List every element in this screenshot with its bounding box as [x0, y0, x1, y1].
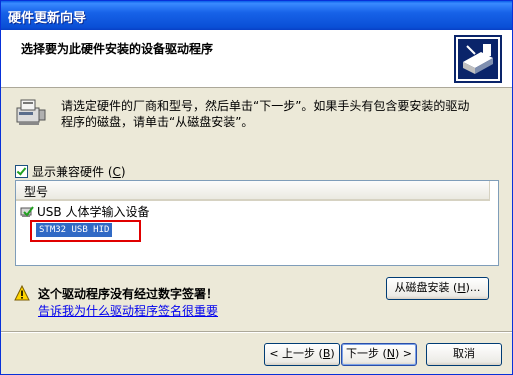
window-title: 硬件更新向导 — [8, 11, 87, 26]
hardware-device-icon — [16, 99, 46, 125]
next-button[interactable]: 下一步 (N) > — [341, 343, 417, 366]
back-button[interactable]: < 上一步 (B) — [264, 343, 340, 366]
list-item-label: USB 人体学输入设备 — [37, 205, 150, 219]
have-disk-button[interactable]: 从磁盘安装 (H)... — [386, 277, 489, 300]
highlight-annotation-box — [30, 220, 141, 242]
hardware-wizard-icon — [454, 35, 502, 83]
instruction-line-1: 请选定硬件的厂商和型号，然后单击“下一步”。如果手头有包含要安装的驱动 — [61, 99, 470, 113]
hid-device-icon — [20, 205, 34, 217]
driver-signing-info-link[interactable]: 告诉我为什么驱动程序签名很重要 — [38, 302, 218, 319]
instruction-line-2: 程序的磁盘，请单击“从磁盘安装”。 — [61, 115, 254, 129]
warning-icon — [14, 285, 30, 301]
unsigned-driver-warning: 这个驱动程序没有经过数字签署！ — [38, 287, 219, 301]
checkbox-checked-icon[interactable] — [15, 165, 28, 178]
hardware-update-wizard-window: 硬件更新向导 选择要为此硬件安装的设备驱动程序 请选定硬件的厂商和型号，然后单击… — [0, 0, 513, 375]
wizard-header: 选择要为此硬件安装的设备驱动程序 — [1, 30, 512, 88]
show-compatible-hardware-checkbox[interactable]: 显示兼容硬件 (C) — [15, 163, 126, 180]
list-item-usb-hid[interactable]: USB 人体学输入设备 — [20, 203, 149, 220]
list-column-header[interactable]: 型号 — [16, 181, 490, 201]
footer-separator — [1, 331, 512, 333]
title-bar[interactable]: 硬件更新向导 — [1, 1, 512, 30]
header-title: 选择要为此硬件安装的设备驱动程序 — [21, 42, 214, 56]
column-header-model: 型号 — [24, 185, 49, 199]
instruction-text: 请选定硬件的厂商和型号，然后单击“下一步”。如果手头有包含要安装的驱动 程序的磁… — [61, 98, 501, 130]
cancel-button[interactable]: 取消 — [426, 343, 502, 366]
checkbox-label: 显示兼容硬件 (C) — [32, 165, 126, 179]
